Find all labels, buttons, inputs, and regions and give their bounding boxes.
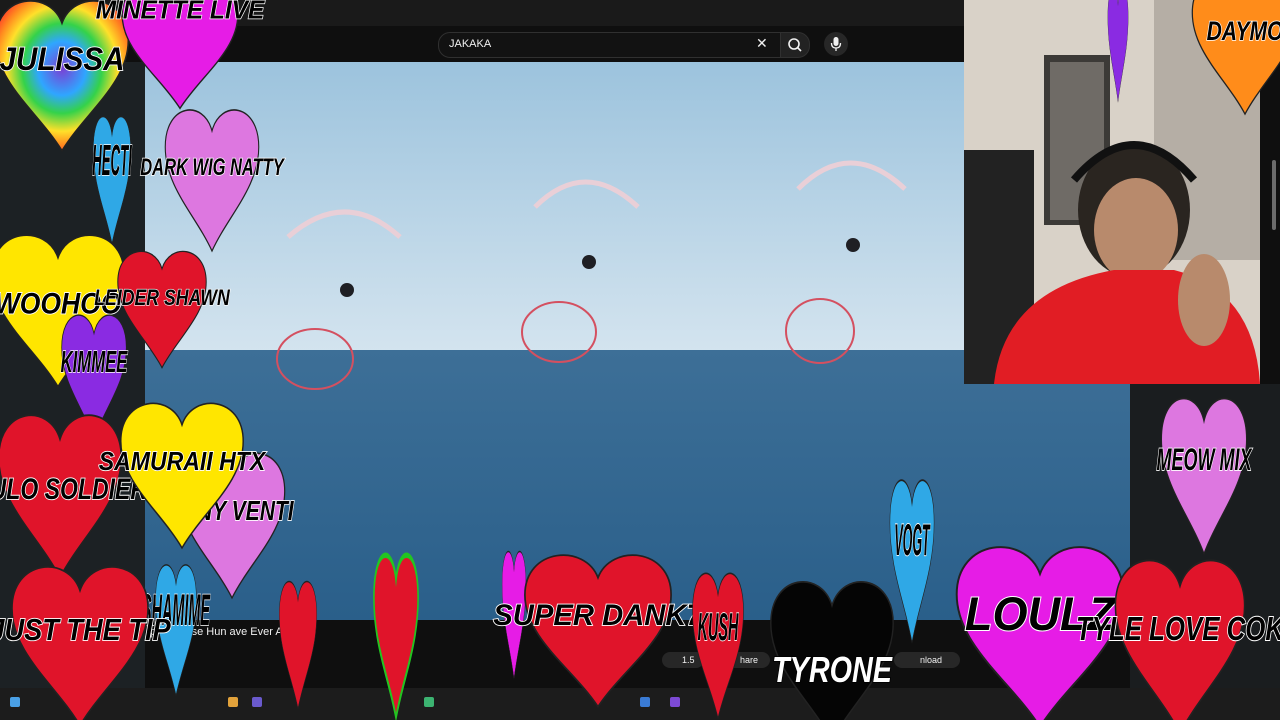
search-query: JAKAKA <box>449 38 492 50</box>
clear-icon[interactable]: ✕ <box>756 36 768 52</box>
search-input[interactable]: JAKAKA <box>438 32 782 58</box>
browser-tab-strip <box>0 0 964 26</box>
app-icon[interactable] <box>252 697 262 707</box>
right-panel <box>1130 384 1280 688</box>
video-title: ple Course Hun ave Ever A d <box>150 626 292 638</box>
download-button[interactable]: nload <box>894 652 960 668</box>
voice-search-button[interactable] <box>824 32 848 56</box>
search-button[interactable] <box>780 32 810 58</box>
share-button[interactable]: hare <box>722 652 770 668</box>
browser-icon[interactable] <box>228 697 238 707</box>
like-button[interactable]: 1.5 <box>662 652 704 668</box>
left-panel <box>0 62 145 688</box>
start-icon[interactable] <box>10 697 20 707</box>
microphone-icon <box>830 37 842 51</box>
app-icon[interactable] <box>670 697 680 707</box>
search-icon <box>788 38 802 52</box>
app-icon[interactable] <box>640 697 650 707</box>
scrollbar-thumb[interactable] <box>1272 160 1276 230</box>
webcam-overlay <box>964 0 1260 384</box>
video-info-bar <box>145 620 1130 685</box>
app-icon[interactable] <box>424 697 434 707</box>
